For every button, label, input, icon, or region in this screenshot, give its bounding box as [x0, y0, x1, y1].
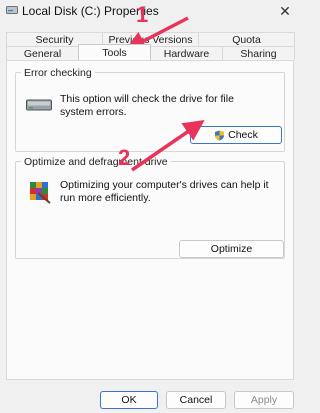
- optimize-group: Optimize and defragment drive Optimizing…: [15, 156, 285, 259]
- uac-shield-icon: [215, 130, 225, 140]
- optimize-title: Optimize and defragment drive: [21, 156, 171, 168]
- annotation-step-1: 1: [136, 2, 149, 27]
- title-bar: Local Disk (C:) Properties ✕: [0, 0, 300, 22]
- error-checking-title: Error checking: [21, 67, 95, 79]
- ok-button[interactable]: OK: [100, 391, 158, 409]
- properties-window: Local Disk (C:) Properties ✕ Security Pr…: [0, 0, 300, 413]
- hard-drive-icon: [26, 99, 52, 111]
- cancel-button[interactable]: Cancel: [166, 391, 226, 409]
- defrag-icon: [30, 182, 51, 204]
- dialog-buttons: OK Cancel Apply: [0, 391, 300, 409]
- close-button[interactable]: ✕: [274, 0, 296, 22]
- check-button-label: Check: [228, 129, 258, 141]
- tab-sharing[interactable]: Sharing: [222, 46, 295, 60]
- tab-tools[interactable]: Tools: [78, 44, 151, 60]
- error-checking-description: This option will check the drive for fil…: [60, 93, 234, 118]
- optimize-button[interactable]: Optimize: [179, 240, 284, 258]
- apply-button[interactable]: Apply: [234, 391, 294, 409]
- tab-quota[interactable]: Quota: [198, 32, 295, 46]
- error-checking-group: Error checking This option will check th…: [15, 67, 285, 152]
- tools-panel: Error checking This option will check th…: [6, 60, 294, 380]
- optimize-description: Optimizing your computer's drives can he…: [60, 179, 269, 204]
- annotation-step-2: 2: [118, 145, 131, 170]
- tab-row-bottom: General Tools Hardware Sharing: [6, 44, 295, 60]
- tab-general[interactable]: General: [6, 46, 79, 60]
- tab-hardware[interactable]: Hardware: [150, 46, 223, 60]
- drive-icon: [6, 6, 18, 14]
- check-button[interactable]: Check: [190, 126, 282, 144]
